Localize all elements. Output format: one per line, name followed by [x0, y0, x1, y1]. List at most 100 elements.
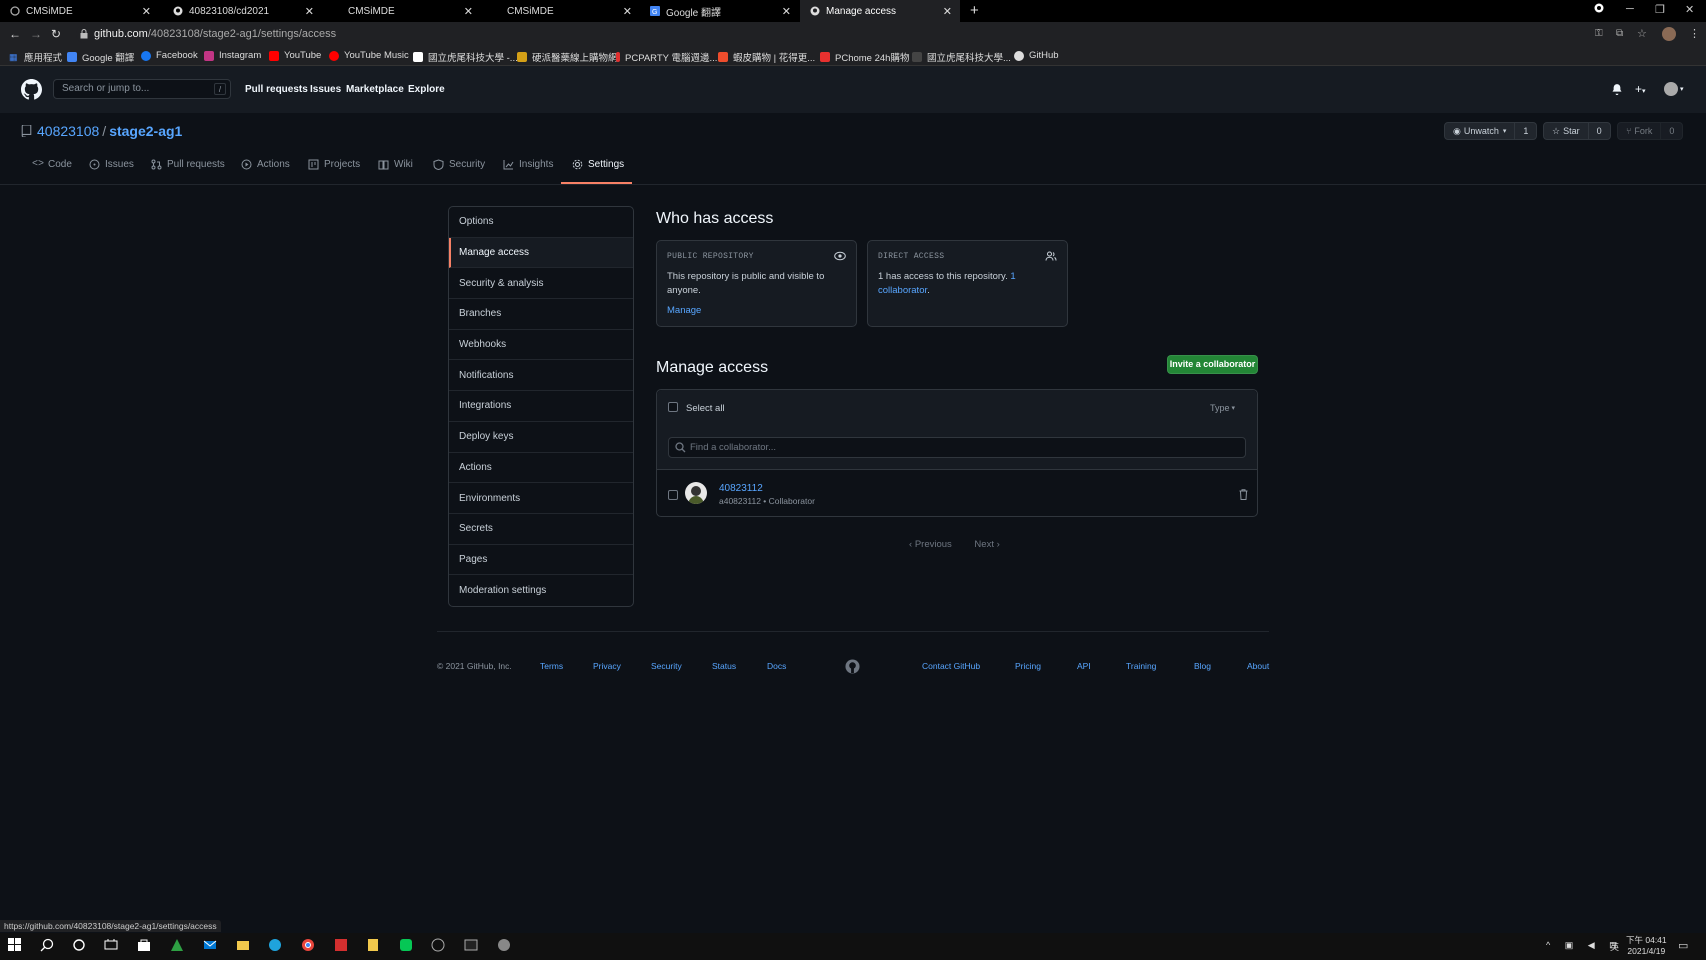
bookmark-item[interactable]: Google 翻譯	[67, 50, 134, 64]
address-url[interactable]: github.com/40823108/stage2-ag1/settings/…	[94, 28, 336, 40]
manage-visibility-link[interactable]: Manage	[667, 304, 846, 318]
repo-name-link[interactable]: stage2-ag1	[109, 123, 182, 139]
tab-projects[interactable]: Projects	[308, 159, 360, 170]
footer-link-docs[interactable]: Docs	[767, 661, 786, 671]
bell-icon[interactable]	[1611, 83, 1623, 95]
new-tab-button[interactable]: +	[970, 2, 979, 19]
close-window-icon[interactable]: ✕	[1685, 3, 1694, 16]
footer-link-pricing[interactable]: Pricing	[1015, 661, 1041, 671]
select-all-checkbox[interactable]	[668, 402, 678, 412]
chrome-icon[interactable]	[301, 938, 317, 954]
close-tab-icon[interactable]: ✕	[142, 5, 151, 18]
menu-item-branches[interactable]: Branches	[449, 299, 633, 330]
minimize-window-icon[interactable]: ─	[1626, 3, 1634, 15]
browser-tab[interactable]: CMSiMDE ✕	[0, 0, 159, 22]
nav-marketplace[interactable]: Marketplace	[346, 84, 404, 95]
footer-link-contact[interactable]: Contact GitHub	[922, 661, 980, 671]
footer-link-security[interactable]: Security	[651, 661, 682, 671]
footer-link-about[interactable]: About	[1247, 661, 1269, 671]
menu-item-environments[interactable]: Environments	[449, 483, 633, 514]
profile-avatar[interactable]	[1662, 27, 1676, 41]
close-tab-icon[interactable]: ✕	[782, 5, 791, 18]
edge-icon[interactable]	[268, 938, 284, 954]
unwatch-button[interactable]: ◉ Unwatch ▾ 1	[1444, 122, 1538, 140]
tab-security[interactable]: Security	[433, 159, 485, 170]
browser-tab[interactable]: CMSiMDE ✕	[322, 0, 481, 22]
star-bookmark-icon[interactable]: ☆	[1637, 27, 1647, 40]
line-icon[interactable]	[399, 938, 415, 954]
menu-item-secrets[interactable]: Secrets	[449, 514, 633, 545]
bookmark-item[interactable]: PChome 24h購物	[820, 50, 909, 64]
github-logo-icon[interactable]	[845, 659, 860, 674]
back-icon[interactable]: ←	[9, 27, 21, 41]
bookmark-item[interactable]: Instagram	[204, 50, 261, 61]
menu-item-deploy-keys[interactable]: Deploy keys	[449, 422, 633, 453]
star-button[interactable]: ☆ Star 0	[1543, 122, 1611, 140]
tab-actions[interactable]: Actions	[241, 159, 290, 170]
type-filter-dropdown[interactable]: Type ▾	[1210, 403, 1235, 413]
bookmark-item[interactable]: PCPARTY 電腦週邊...	[616, 50, 717, 64]
restore-window-icon[interactable]: ❐	[1655, 3, 1665, 16]
bookmark-item[interactable]: 硬派醫藥線上購物網	[517, 50, 618, 64]
translate-icon[interactable]: ⧉	[1616, 28, 1623, 39]
member-checkbox[interactable]	[668, 490, 678, 500]
app-icon[interactable]	[366, 938, 382, 954]
acrobat-icon[interactable]	[334, 938, 350, 954]
browser-tab[interactable]: 40823108/cd2021 ✕	[163, 0, 322, 22]
footer-link-terms[interactable]: Terms	[540, 661, 563, 671]
tab-issues[interactable]: Issues	[89, 159, 134, 170]
footer-link-training[interactable]: Training	[1126, 661, 1156, 671]
nav-pull-requests[interactable]: Pull requests	[245, 84, 308, 95]
invite-collaborator-button[interactable]: Invite a collaborator	[1167, 355, 1258, 374]
terminal-icon[interactable]	[464, 938, 480, 954]
ime-indicator[interactable]: 英	[1610, 940, 1619, 953]
profile-recording-icon[interactable]	[1594, 3, 1604, 13]
avatar[interactable]	[685, 482, 707, 504]
file-explorer-icon[interactable]	[236, 938, 252, 954]
bookmark-item[interactable]: YouTube Music	[329, 50, 409, 61]
menu-item-pages[interactable]: Pages	[449, 545, 633, 576]
previous-button[interactable]: ‹ Previous	[909, 539, 952, 550]
star-count[interactable]: 0	[1587, 123, 1610, 139]
footer-link-privacy[interactable]: Privacy	[593, 661, 621, 671]
find-collaborator-input[interactable]: Find a collaborator...	[668, 437, 1246, 458]
browser-tab-active[interactable]: Manage access ✕	[800, 0, 960, 22]
nav-explore[interactable]: Explore	[408, 84, 445, 95]
menu-item-integrations[interactable]: Integrations	[449, 391, 633, 422]
trash-icon[interactable]	[1239, 489, 1248, 500]
close-tab-icon[interactable]: ✕	[464, 5, 473, 18]
menu-item-options[interactable]: Options	[449, 207, 633, 238]
app-icon[interactable]	[431, 938, 447, 954]
user-avatar-menu[interactable]: ▾	[1664, 82, 1684, 96]
watch-count[interactable]: 1	[1514, 123, 1536, 139]
taskbar-clock[interactable]: 下午 04:41 2021/4/19	[1626, 935, 1667, 957]
tab-settings[interactable]: Settings	[572, 159, 624, 170]
fork-button[interactable]: ⑂ Fork 0	[1617, 122, 1684, 140]
select-all-label[interactable]: Select all	[686, 403, 725, 414]
tab-code[interactable]: <> Code	[32, 159, 72, 170]
task-view-icon[interactable]	[104, 938, 120, 954]
close-tab-icon[interactable]: ✕	[305, 5, 314, 18]
tab-wiki[interactable]: Wiki	[378, 159, 413, 170]
footer-link-status[interactable]: Status	[712, 661, 736, 671]
next-button[interactable]: Next ›	[974, 539, 999, 550]
bookmark-item[interactable]: YouTube	[269, 50, 321, 61]
bookmark-item[interactable]: 國立虎尾科技大學...	[912, 50, 1011, 64]
search-input[interactable]: Search or jump to... /	[53, 79, 231, 99]
bookmark-item[interactable]: 蝦皮購物 | 花得更...	[718, 50, 815, 64]
app-icon[interactable]	[497, 938, 513, 954]
search-icon[interactable]	[40, 938, 56, 954]
app-icon[interactable]	[170, 938, 186, 954]
menu-item-manage-access[interactable]: Manage access	[449, 237, 633, 269]
menu-item-webhooks[interactable]: Webhooks	[449, 330, 633, 361]
tab-pull-requests[interactable]: Pull requests	[151, 159, 225, 170]
forward-icon[interactable]: →	[30, 27, 42, 41]
fork-count[interactable]: 0	[1660, 123, 1682, 139]
bookmark-item[interactable]: GitHub	[1014, 50, 1059, 61]
browser-menu-icon[interactable]: ⋮	[1689, 27, 1700, 40]
menu-item-notifications[interactable]: Notifications	[449, 360, 633, 392]
store-icon[interactable]	[137, 938, 153, 954]
github-logo-icon[interactable]	[21, 79, 42, 100]
nav-issues[interactable]: Issues	[310, 84, 341, 95]
create-new-plus-icon[interactable]: +▾	[1635, 82, 1646, 96]
